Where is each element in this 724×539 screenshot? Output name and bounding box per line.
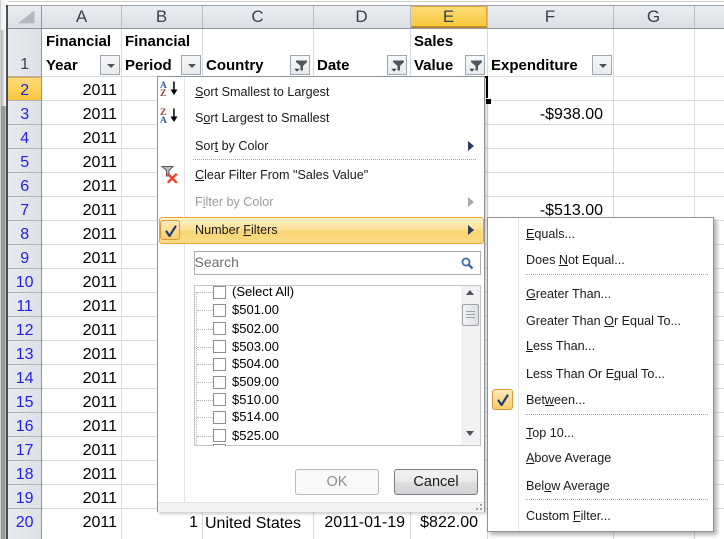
svg-text:A: A	[160, 116, 167, 124]
svg-text:Z: Z	[160, 89, 166, 97]
